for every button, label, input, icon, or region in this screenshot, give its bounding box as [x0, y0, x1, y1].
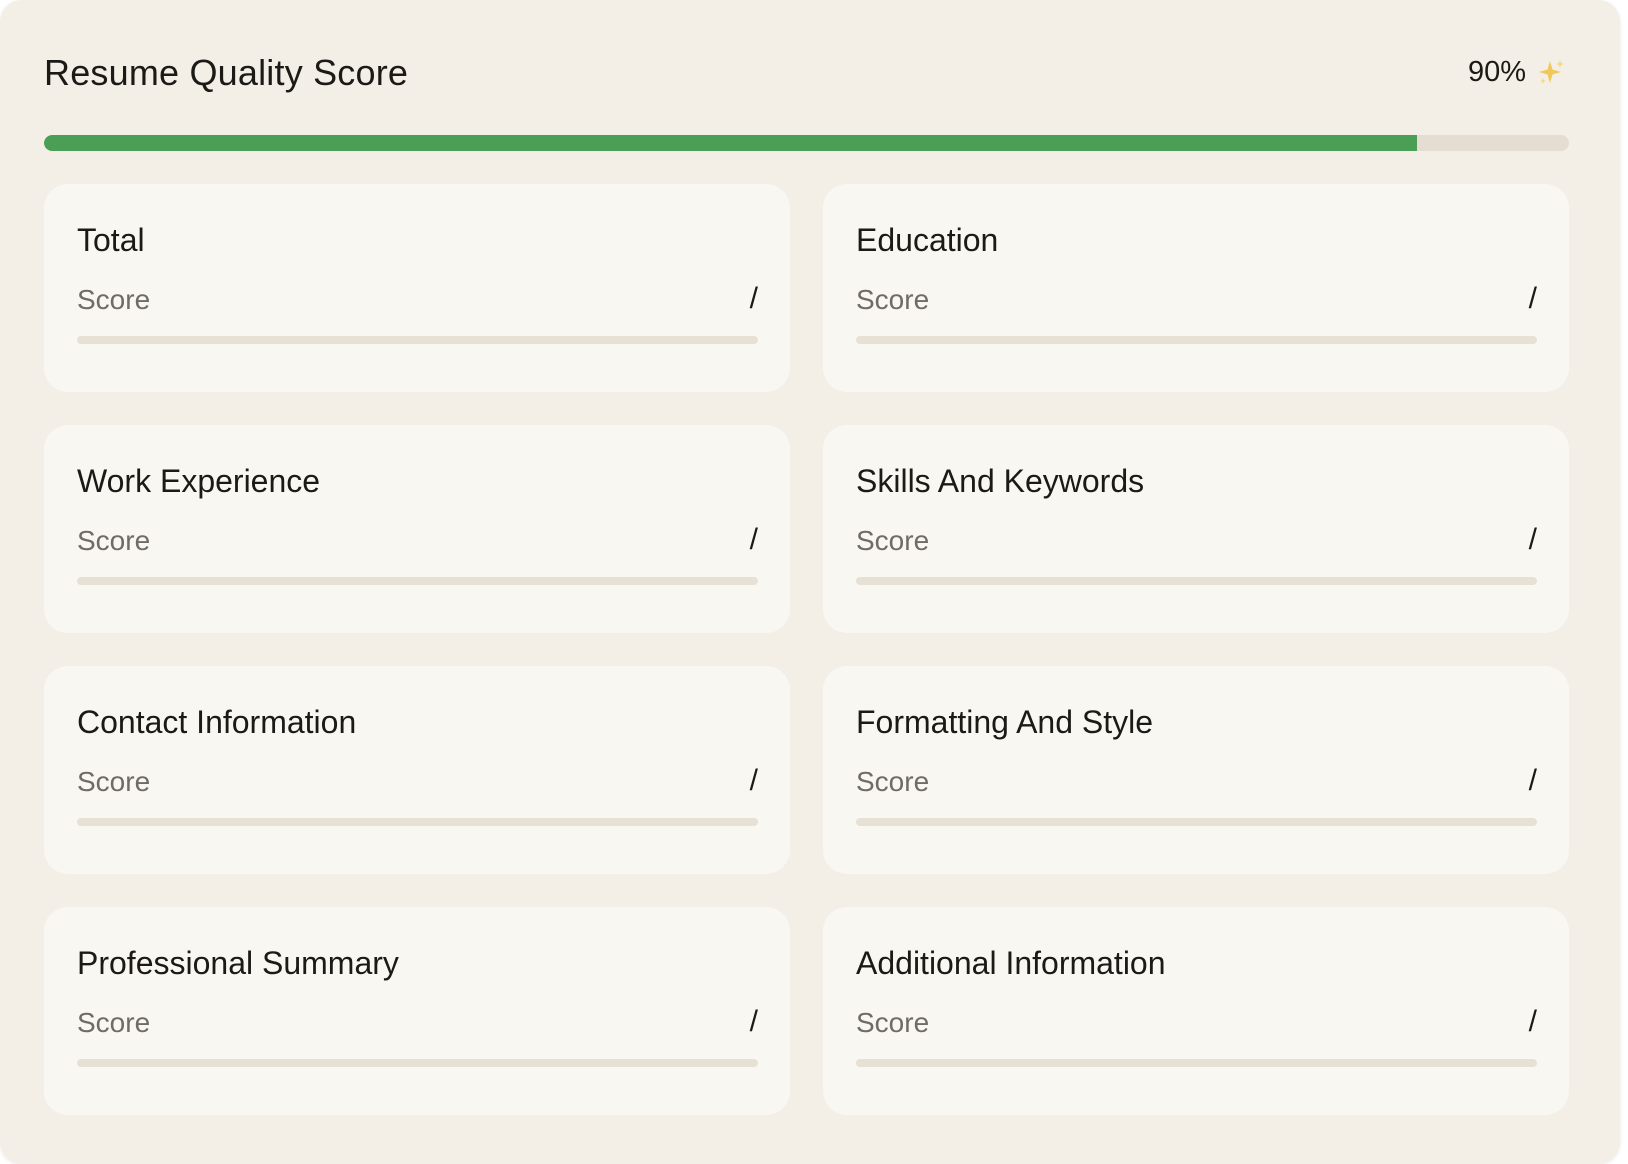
category-title: Education	[856, 222, 999, 258]
category-progress-bar	[856, 336, 1537, 344]
category-score-value: /	[749, 282, 758, 315]
category-card-formatting-and-style: Formatting And Style Score /	[823, 666, 1569, 874]
category-card-professional-summary: Professional Summary Score /	[44, 907, 790, 1115]
category-score-label: Score	[77, 766, 151, 797]
category-card-skills-and-keywords: Skills And Keywords Score /	[823, 425, 1569, 633]
category-title: Professional Summary	[77, 945, 399, 981]
category-score-value: /	[749, 764, 758, 797]
overall-score-text: 90%	[1467, 56, 1526, 88]
category-score-value: /	[1528, 523, 1537, 556]
category-card-education: Education Score /	[823, 184, 1569, 392]
category-score-value: /	[1528, 1005, 1537, 1038]
category-title: Additional Information	[856, 945, 1166, 981]
category-title: Work Experience	[77, 463, 321, 499]
page-title: Resume Quality Score	[44, 52, 409, 93]
category-progress-bar	[77, 336, 758, 344]
category-title: Contact Information	[77, 704, 357, 740]
overall-score: 90%	[1468, 56, 1566, 89]
category-score-value: /	[1528, 764, 1537, 797]
category-score-label: Score	[856, 284, 930, 315]
category-card-additional-information: Additional Information Score /	[823, 907, 1569, 1115]
category-score-value: /	[749, 523, 758, 556]
category-progress-bar	[77, 1059, 758, 1067]
category-score-label: Score	[77, 1007, 151, 1038]
category-card-total: Total Score /	[44, 184, 790, 392]
category-card-contact-information: Contact Information Score /	[44, 666, 790, 874]
category-title: Formatting And Style	[856, 704, 1154, 740]
category-score-label: Score	[77, 284, 151, 315]
category-score-label: Score	[856, 1007, 930, 1038]
category-progress-bar	[856, 1059, 1537, 1067]
overall-progress-bar	[44, 135, 1569, 151]
sparkles-icon	[1539, 59, 1564, 84]
category-grid: Total Score / Education Score / Work Exp…	[44, 184, 1569, 1115]
category-progress-bar	[77, 577, 758, 585]
resume-score-panel: Resume Quality Score 90% Total Score / E…	[0, 0, 1620, 1164]
category-score-value: /	[1528, 282, 1537, 315]
overall-progress-fill	[44, 135, 1417, 151]
category-score-value: /	[749, 1005, 758, 1038]
category-title: Skills And Keywords	[856, 463, 1145, 499]
category-progress-bar	[77, 818, 758, 826]
category-card-work-experience: Work Experience Score /	[44, 425, 790, 633]
category-progress-bar	[856, 818, 1537, 826]
category-progress-bar	[856, 577, 1537, 585]
category-score-label: Score	[77, 525, 151, 556]
category-score-label: Score	[856, 525, 930, 556]
category-title: Total	[77, 222, 145, 258]
category-score-label: Score	[856, 766, 930, 797]
